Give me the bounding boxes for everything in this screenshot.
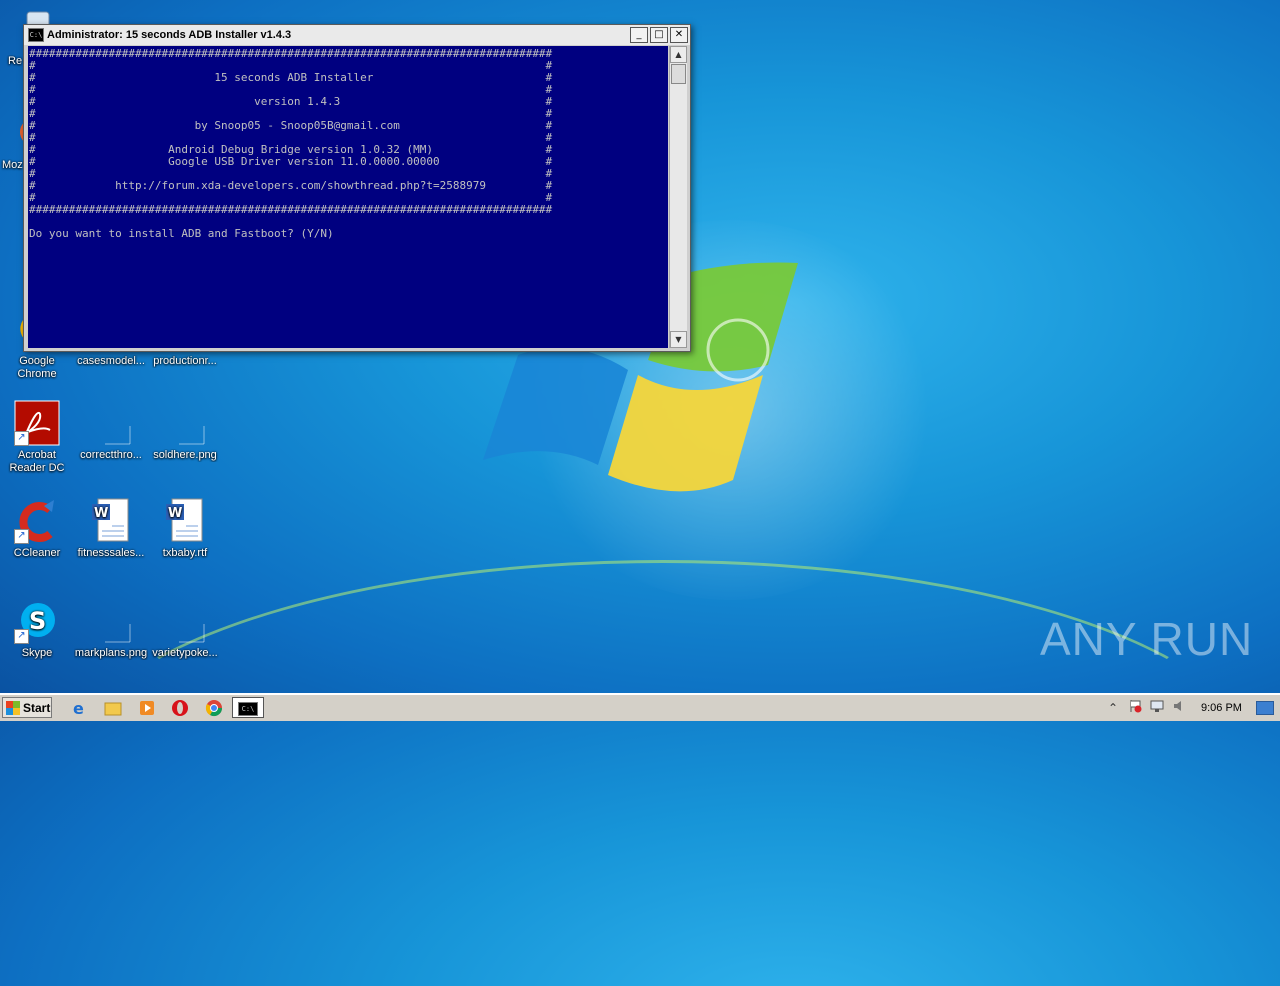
desktop-icon-acrobat[interactable]: ↗ Acrobat Reader DC xyxy=(0,400,74,475)
close-button[interactable]: ✕ xyxy=(670,27,688,43)
opera-icon[interactable] xyxy=(170,698,190,718)
windows-logo-icon xyxy=(6,700,20,715)
anyrun-watermark: ANY RUN xyxy=(1040,612,1253,666)
desktop-icon-ccleaner[interactable]: ↗ CCleaner xyxy=(0,498,74,560)
desktop-icon-skype[interactable]: S ↗ Skype xyxy=(0,598,74,660)
svg-text:S: S xyxy=(29,607,46,635)
svg-text:e: e xyxy=(73,699,84,718)
volume-icon[interactable] xyxy=(1171,699,1187,716)
desktop-icon-label: Google Chrome xyxy=(17,355,57,380)
desktop-icon-label: markplans.png xyxy=(74,647,148,659)
desktop-icon-soldhere[interactable]: soldhere.png xyxy=(148,400,222,462)
desktop-icon-label: fitnesssales... xyxy=(77,547,145,559)
show-desktop-icon[interactable] xyxy=(1255,700,1274,715)
shortcut-arrow-icon: ↗ xyxy=(14,431,29,446)
maximize-button[interactable]: □ xyxy=(650,27,668,43)
ccleaner-icon: ↗ xyxy=(14,498,60,544)
console-text: ########################################… xyxy=(29,47,553,240)
desktop-icon-label: soldhere.png xyxy=(153,449,217,461)
svg-text:W: W xyxy=(94,506,108,521)
window-titlebar[interactable]: C:\ Administrator: 15 seconds ADB Instal… xyxy=(24,25,690,45)
network-icon[interactable] xyxy=(1149,699,1165,716)
desktop-icon-label: CCleaner xyxy=(13,547,61,559)
system-tray: ⌃ 9:06 PM xyxy=(1105,697,1277,718)
image-file-icon xyxy=(162,400,208,446)
console-window[interactable]: C:\ Administrator: 15 seconds ADB Instal… xyxy=(23,24,691,352)
desktop-icon-markplans[interactable]: markplans.png xyxy=(74,598,148,660)
console-output[interactable]: ########################################… xyxy=(28,46,668,348)
desktop-icon-label: productionr... xyxy=(153,355,217,367)
show-hidden-icons-icon[interactable]: ⌃ xyxy=(1105,701,1121,715)
ie-icon[interactable]: e xyxy=(70,698,90,718)
action-center-flag-icon[interactable] xyxy=(1127,699,1143,716)
start-button[interactable]: Start xyxy=(2,697,52,718)
desktop-icon-label: casesmodel... xyxy=(77,355,145,367)
image-file-icon xyxy=(88,598,134,644)
minimize-button[interactable]: _ xyxy=(630,27,648,43)
desktop-icon-fitnesssales[interactable]: W fitnesssales... xyxy=(74,498,148,560)
skype-icon: S ↗ xyxy=(14,598,60,644)
watermark-text: ANY RUN xyxy=(1040,613,1254,665)
word-doc-icon: W xyxy=(88,498,134,544)
vertical-scrollbar[interactable]: ▲ ▼ xyxy=(669,46,687,348)
desktop-icon-txbaby[interactable]: W txbaby.rtf xyxy=(148,498,222,560)
taskbar-cmd-button[interactable]: C:\ xyxy=(232,697,264,718)
media-player-icon[interactable] xyxy=(137,698,157,718)
shortcut-arrow-icon: ↗ xyxy=(14,529,29,544)
desktop-icon-correctthro[interactable]: correctthro... xyxy=(74,400,148,462)
svg-text:W: W xyxy=(168,506,182,521)
desktop-icon-label: txbaby.rtf xyxy=(162,547,208,559)
cmd-icon: C:\ xyxy=(238,702,258,716)
image-file-icon xyxy=(88,400,134,446)
desktop-icon-label: Acrobat Reader DC xyxy=(9,449,65,474)
clock[interactable]: 9:06 PM xyxy=(1201,702,1242,714)
shortcut-arrow-icon: ↗ xyxy=(14,629,29,644)
start-label: Start xyxy=(23,700,51,715)
window-title: Administrator: 15 seconds ADB Installer … xyxy=(47,29,292,41)
cmd-icon: C:\ xyxy=(28,28,44,42)
taskbar: Start e C:\ ⌃ 9:06 PM xyxy=(0,693,1280,721)
desktop-icon-label: Skype xyxy=(21,647,53,659)
desktop-icon-varietypoke[interactable]: varietypoke... xyxy=(148,598,222,660)
acrobat-icon: ↗ xyxy=(14,400,60,446)
chrome-taskbar-icon[interactable] xyxy=(204,698,224,718)
word-doc-icon: W xyxy=(162,498,208,544)
desktop-icon-label: varietypoke... xyxy=(152,647,218,659)
scrollbar-thumb[interactable] xyxy=(671,64,686,84)
scroll-up-arrow-icon[interactable]: ▲ xyxy=(670,46,687,63)
desktop-icon-label: correctthro... xyxy=(80,449,142,461)
scroll-down-arrow-icon[interactable]: ▼ xyxy=(670,331,687,348)
image-file-icon xyxy=(162,598,208,644)
explorer-icon[interactable] xyxy=(103,698,123,718)
